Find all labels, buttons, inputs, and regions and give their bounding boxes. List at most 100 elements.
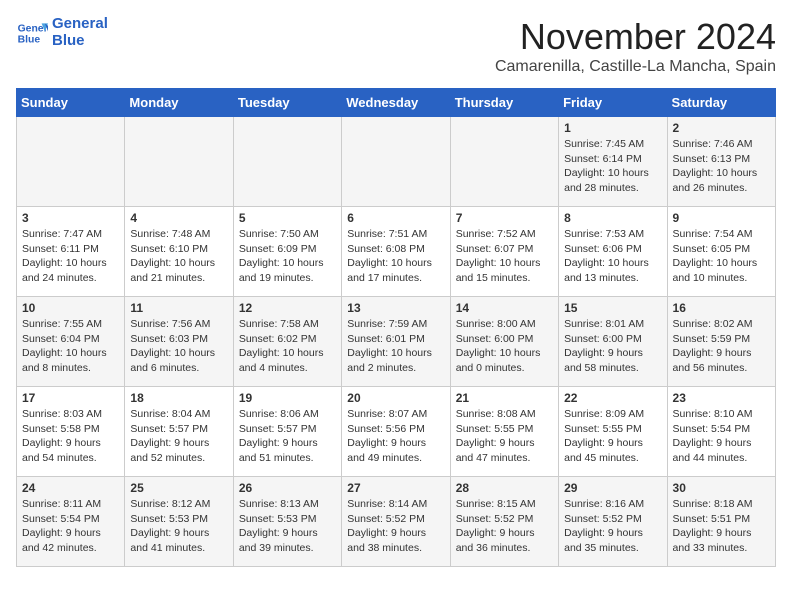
day-cell: 30 Sunrise: 8:18 AM Sunset: 5:51 PM Dayli… [667,477,775,567]
day-number: 25 [130,481,227,495]
header-cell-sunday: Sunday [17,89,125,117]
day-info: Sunrise: 8:14 AM Sunset: 5:52 PM Dayligh… [347,497,444,556]
day-number: 17 [22,391,119,405]
day-info: Sunrise: 8:16 AM Sunset: 5:52 PM Dayligh… [564,497,661,556]
header-cell-saturday: Saturday [667,89,775,117]
calendar-header: SundayMondayTuesdayWednesdayThursdayFrid… [17,89,776,117]
day-number: 3 [22,211,119,225]
day-info: Sunrise: 7:59 AM Sunset: 6:01 PM Dayligh… [347,317,444,376]
day-cell: 22Sunrise: 8:09 AM Sunset: 5:55 PM Dayli… [559,387,667,477]
day-info: Sunrise: 8:01 AM Sunset: 6:00 PM Dayligh… [564,317,661,376]
day-cell: 11 Sunrise: 7:56 AM Sunset: 6:03 PM Dayli… [125,297,233,387]
day-cell [450,117,558,207]
day-info: Sunrise: 7:53 AM Sunset: 6:06 PM Dayligh… [564,227,661,286]
day-info: Sunrise: 7:55 AM Sunset: 6:04 PM Dayligh… [22,317,119,376]
day-cell: 27 Sunrise: 8:14 AM Sunset: 5:52 PM Dayli… [342,477,450,567]
week-row-1: 1 Sunrise: 7:45 AM Sunset: 6:14 PM Daylig… [17,117,776,207]
day-info: Sunrise: 8:09 AM Sunset: 5:55 PM Dayligh… [564,407,661,466]
location-subtitle: Camarenilla, Castille-La Mancha, Spain [495,58,776,76]
day-number: 9 [673,211,770,225]
day-cell: 15Sunrise: 8:01 AM Sunset: 6:00 PM Dayli… [559,297,667,387]
day-cell [342,117,450,207]
day-info: Sunrise: 8:04 AM Sunset: 5:57 PM Dayligh… [130,407,227,466]
day-cell: 12 Sunrise: 7:58 AM Sunset: 6:02 PM Dayli… [233,297,341,387]
svg-text:Blue: Blue [18,34,41,45]
logo-blue: Blue [52,33,108,50]
day-number: 6 [347,211,444,225]
day-info: Sunrise: 8:02 AM Sunset: 5:59 PM Dayligh… [673,317,770,376]
day-info: Sunrise: 8:11 AM Sunset: 5:54 PM Dayligh… [22,497,119,556]
day-number: 8 [564,211,661,225]
day-info: Sunrise: 8:15 AM Sunset: 5:52 PM Dayligh… [456,497,553,556]
day-cell: 9 Sunrise: 7:54 AM Sunset: 6:05 PM Daylig… [667,207,775,297]
day-number: 4 [130,211,227,225]
day-cell: 13 Sunrise: 7:59 AM Sunset: 6:01 PM Dayli… [342,297,450,387]
day-number: 29 [564,481,661,495]
day-number: 20 [347,391,444,405]
day-cell: 16 Sunrise: 8:02 AM Sunset: 5:59 PM Dayli… [667,297,775,387]
day-cell: 10 Sunrise: 7:55 AM Sunset: 6:04 PM Dayli… [17,297,125,387]
day-cell: 23Sunrise: 8:10 AM Sunset: 5:54 PM Dayli… [667,387,775,477]
day-cell: 7 Sunrise: 7:52 AM Sunset: 6:07 PM Daylig… [450,207,558,297]
day-info: Sunrise: 7:48 AM Sunset: 6:10 PM Dayligh… [130,227,227,286]
day-info: Sunrise: 8:18 AM Sunset: 5:51 PM Dayligh… [673,497,770,556]
week-row-5: 24 Sunrise: 8:11 AM Sunset: 5:54 PM Dayli… [17,477,776,567]
day-number: 26 [239,481,336,495]
day-number: 30 [673,481,770,495]
day-cell [125,117,233,207]
day-cell: 17 Sunrise: 8:03 AM Sunset: 5:58 PM Dayli… [17,387,125,477]
day-info: Sunrise: 8:12 AM Sunset: 5:53 PM Dayligh… [130,497,227,556]
day-info: Sunrise: 7:58 AM Sunset: 6:02 PM Dayligh… [239,317,336,376]
logo: General Blue General Blue [16,16,108,49]
day-cell: 28Sunrise: 8:15 AM Sunset: 5:52 PM Dayli… [450,477,558,567]
day-number: 14 [456,301,553,315]
day-number: 2 [673,121,770,135]
day-info: Sunrise: 7:45 AM Sunset: 6:14 PM Dayligh… [564,137,661,196]
calendar-body: 1 Sunrise: 7:45 AM Sunset: 6:14 PM Daylig… [17,117,776,567]
day-info: Sunrise: 8:13 AM Sunset: 5:53 PM Dayligh… [239,497,336,556]
day-number: 21 [456,391,553,405]
day-info: Sunrise: 8:06 AM Sunset: 5:57 PM Dayligh… [239,407,336,466]
day-cell: 24 Sunrise: 8:11 AM Sunset: 5:54 PM Dayli… [17,477,125,567]
month-title: November 2024 [495,16,776,58]
day-info: Sunrise: 8:03 AM Sunset: 5:58 PM Dayligh… [22,407,119,466]
day-cell: 14 Sunrise: 8:00 AM Sunset: 6:00 PM Dayli… [450,297,558,387]
day-cell: 18 Sunrise: 8:04 AM Sunset: 5:57 PM Dayli… [125,387,233,477]
day-info: Sunrise: 8:07 AM Sunset: 5:56 PM Dayligh… [347,407,444,466]
day-cell: 29 Sunrise: 8:16 AM Sunset: 5:52 PM Dayli… [559,477,667,567]
day-number: 12 [239,301,336,315]
day-info: Sunrise: 7:46 AM Sunset: 6:13 PM Dayligh… [673,137,770,196]
day-number: 24 [22,481,119,495]
day-number: 10 [22,301,119,315]
week-row-3: 10 Sunrise: 7:55 AM Sunset: 6:04 PM Dayli… [17,297,776,387]
day-number: 7 [456,211,553,225]
day-number: 18 [130,391,227,405]
day-number: 13 [347,301,444,315]
day-info: Sunrise: 8:00 AM Sunset: 6:00 PM Dayligh… [456,317,553,376]
day-cell [233,117,341,207]
day-info: Sunrise: 7:47 AM Sunset: 6:11 PM Dayligh… [22,227,119,286]
day-number: 16 [673,301,770,315]
logo-general: General [52,16,108,33]
day-info: Sunrise: 7:50 AM Sunset: 6:09 PM Dayligh… [239,227,336,286]
day-info: Sunrise: 7:54 AM Sunset: 6:05 PM Dayligh… [673,227,770,286]
day-cell: 21 Sunrise: 8:08 AM Sunset: 5:55 PM Dayli… [450,387,558,477]
day-info: Sunrise: 7:52 AM Sunset: 6:07 PM Dayligh… [456,227,553,286]
day-info: Sunrise: 8:08 AM Sunset: 5:55 PM Dayligh… [456,407,553,466]
day-info: Sunrise: 7:56 AM Sunset: 6:03 PM Dayligh… [130,317,227,376]
day-cell: 20 Sunrise: 8:07 AM Sunset: 5:56 PM Dayli… [342,387,450,477]
week-row-4: 17 Sunrise: 8:03 AM Sunset: 5:58 PM Dayli… [17,387,776,477]
day-cell: 6Sunrise: 7:51 AM Sunset: 6:08 PM Daylig… [342,207,450,297]
day-cell: 4 Sunrise: 7:48 AM Sunset: 6:10 PM Daylig… [125,207,233,297]
day-number: 23 [673,391,770,405]
day-number: 5 [239,211,336,225]
day-cell: 25 Sunrise: 8:12 AM Sunset: 5:53 PM Dayli… [125,477,233,567]
title-block: November 2024 Camarenilla, Castille-La M… [495,16,776,76]
day-number: 1 [564,121,661,135]
day-number: 27 [347,481,444,495]
day-number: 19 [239,391,336,405]
day-number: 11 [130,301,227,315]
header-cell-friday: Friday [559,89,667,117]
day-cell: 8 Sunrise: 7:53 AM Sunset: 6:06 PM Daylig… [559,207,667,297]
day-cell: 3 Sunrise: 7:47 AM Sunset: 6:11 PM Daylig… [17,207,125,297]
